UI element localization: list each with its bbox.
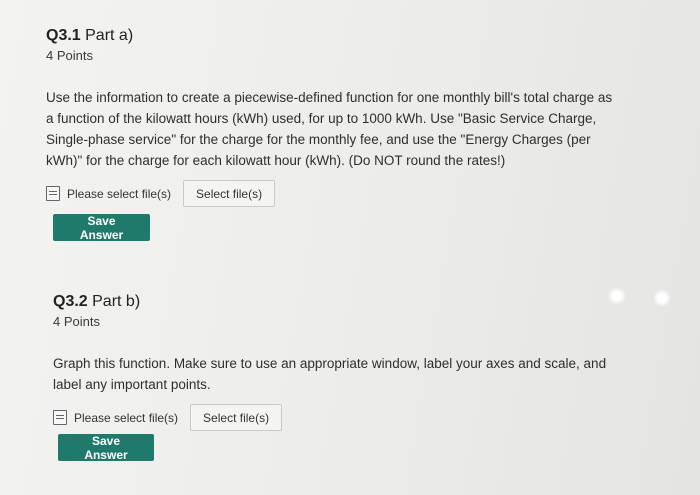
select-files-button[interactable]: Select file(s): [190, 404, 283, 431]
screen-glare: [606, 288, 628, 304]
screen-glare: [651, 290, 673, 306]
question-part: Part a): [80, 27, 134, 44]
question-points: 4 Points: [53, 314, 100, 329]
file-icon: [53, 410, 67, 425]
question-prompt: Use the information to create a piecewis…: [46, 87, 636, 171]
file-icon: [46, 186, 60, 201]
question-number: Q3.2: [53, 293, 88, 310]
prompt-line: kWh)" for the charge for each kilowatt h…: [46, 153, 506, 168]
file-upload-label: Please select file(s): [74, 410, 179, 425]
question-title: Q3.2 Part b): [53, 292, 653, 312]
prompt-line: Use the information to create a piecewis…: [46, 90, 613, 105]
prompt-line: Single-phase service" for the charge for…: [46, 132, 591, 147]
question-points: 4 Points: [46, 48, 93, 63]
prompt-line: Graph this function. Make sure to use an…: [53, 356, 607, 371]
question-title: Q3.1 Part a): [46, 26, 646, 46]
file-upload-label: Please select file(s): [67, 186, 172, 201]
file-upload-row: Please select file(s) Select file(s): [46, 180, 646, 207]
save-answer-button[interactable]: Save Answer: [53, 214, 150, 242]
question-part: Part b): [87, 293, 141, 310]
prompt-line: a function of the kilowatt hours (kWh) u…: [46, 111, 597, 126]
save-answer-button[interactable]: Save Answer: [58, 434, 154, 462]
file-upload-row: Please select file(s) Select file(s): [53, 404, 653, 431]
question-number: Q3.1: [46, 27, 81, 44]
select-files-button[interactable]: Select file(s): [183, 180, 276, 207]
question-prompt: Graph this function. Make sure to use an…: [53, 353, 613, 395]
prompt-line: label any important points.: [53, 377, 211, 392]
question-3-2: Q3.2 Part b) 4 Points Graph this functio…: [53, 292, 653, 431]
question-3-1: Q3.1 Part a) 4 Points Use the informatio…: [46, 26, 646, 207]
